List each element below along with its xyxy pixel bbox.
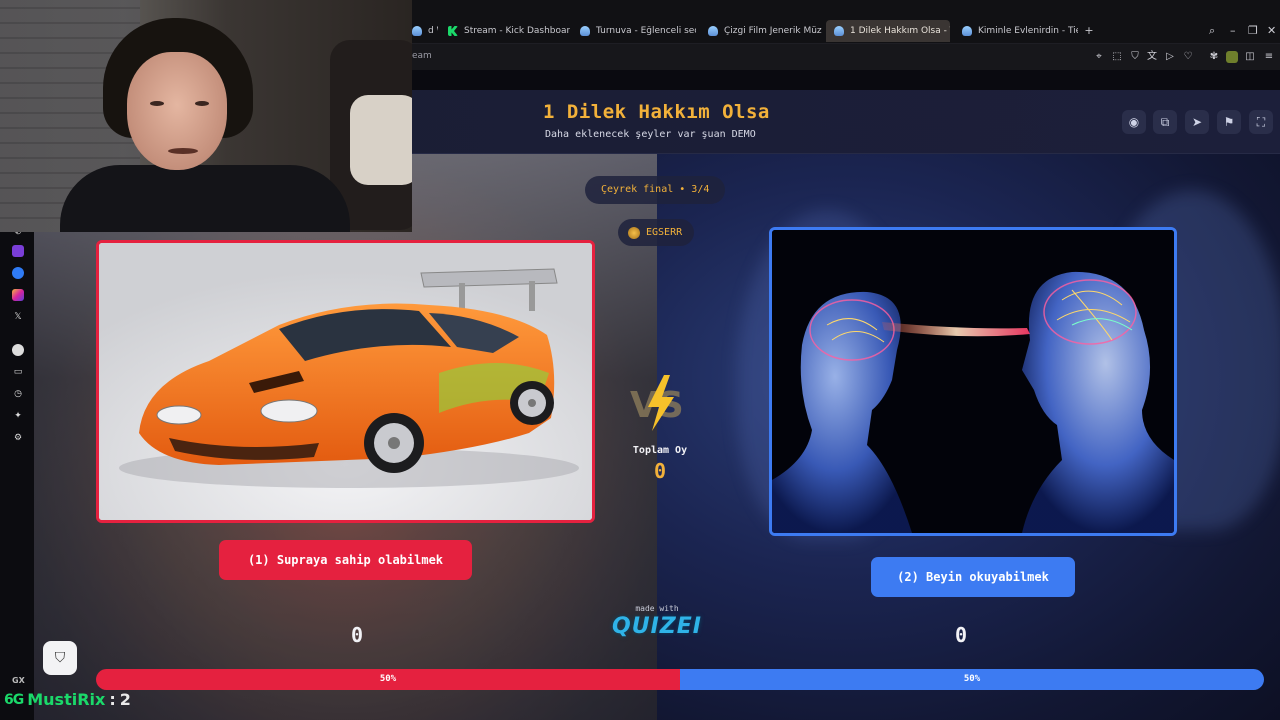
browser-tab[interactable]: Kiminle Evlenirdin - Tier L (954, 20, 1078, 42)
address-text[interactable]: eam (412, 51, 432, 61)
username: EGSERR (646, 227, 683, 238)
send-icon[interactable]: ➤ (1185, 110, 1209, 134)
shield-icon[interactable]: ⛉ (1129, 51, 1141, 63)
option-2-score: 0 (954, 623, 968, 647)
coin-icon (628, 226, 640, 239)
streamer-body (60, 165, 350, 232)
chat-text: 2 (119, 690, 131, 709)
user-badge: EGSERR (618, 219, 695, 246)
kick-favicon-icon (448, 26, 458, 36)
tab-label: Kiminle Evlenirdin - Tier L (978, 26, 1078, 36)
search-tabs-icon[interactable]: ⌕ (1209, 24, 1215, 38)
chat-username: MustiRix (27, 690, 106, 709)
maximize-icon[interactable]: ❐ (1248, 24, 1258, 37)
vs-lightning-icon: VS (630, 375, 684, 431)
eye-icon[interactable]: ◉ (1122, 110, 1146, 134)
browser-tab[interactable]: Stream - Kick Dashboard (440, 20, 570, 42)
cloud-favicon-icon (580, 26, 590, 36)
total-votes-value: 0 (653, 459, 667, 483)
twitch-icon[interactable] (12, 245, 24, 257)
close-icon[interactable]: ✕ (1267, 24, 1276, 37)
chat-message: 6G MustiRix : 2 (4, 690, 131, 709)
vote-split-bar: 50% 50% (96, 669, 1264, 690)
extension-icon[interactable]: ✾ (1208, 51, 1220, 63)
brain-reading-image (772, 230, 1174, 533)
browser-sidebar (0, 232, 34, 720)
privacy-shield-button[interactable]: ⛉ (43, 641, 77, 675)
profile-avatar-icon[interactable] (1226, 51, 1238, 63)
option-1-button[interactable]: (1) Supraya sahip olabilmek (219, 540, 472, 580)
chat-separator: : (109, 690, 116, 709)
quiz-subtitle: Daha eklenecek şeyler var şuan DEMO (545, 129, 756, 140)
history-icon[interactable]: ◷ (12, 388, 24, 400)
tab-label: 1 Dilek Hakkım Olsa - Tim (850, 26, 950, 36)
heart-icon[interactable]: ♡ (1182, 51, 1194, 63)
instagram-icon[interactable] (12, 289, 24, 301)
tab-label: d W (428, 26, 438, 36)
cloud-favicon-icon (962, 26, 972, 36)
streamer-eye (150, 101, 164, 106)
translate-icon[interactable]: 文 (1146, 51, 1158, 63)
chat-badge: 6G (4, 691, 24, 708)
settings-icon[interactable]: ⚙ (12, 432, 24, 444)
quizei-logo[interactable]: QUIZEI (612, 614, 702, 639)
browser-tab-active[interactable]: 1 Dilek Hakkım Olsa - Tim (826, 20, 950, 42)
browser-tab[interactable]: Çizgi Film Jenerik Müzikle (700, 20, 822, 42)
option-1-card[interactable] (96, 240, 595, 523)
screenshot-icon[interactable]: ⬚ (1111, 51, 1123, 63)
cloud-favicon-icon (708, 26, 718, 36)
tab-label: Stream - Kick Dashboard (464, 26, 570, 36)
pin-icon[interactable]: ⌖ (1093, 51, 1105, 63)
tab-label: Çizgi Film Jenerik Müzikle (724, 26, 822, 36)
round-indicator: Çeyrek final • 3/4 (585, 176, 726, 204)
tab-label: Turnuva - Eğlenceli seçim (596, 26, 696, 36)
made-with-label: made with (635, 604, 679, 613)
extensions-icon[interactable]: ✦ (12, 410, 24, 422)
menu-icon[interactable]: ≡ (1263, 51, 1275, 63)
spotify-icon[interactable] (12, 344, 24, 356)
pillow (350, 95, 412, 185)
cloud-favicon-icon (412, 26, 422, 36)
option-1-score: 0 (350, 623, 364, 647)
messenger-icon[interactable] (12, 267, 24, 279)
streamer-mouth (168, 148, 198, 154)
option-2-card[interactable] (769, 227, 1177, 536)
share-icon[interactable]: ⧉ (1153, 110, 1177, 134)
flag-icon[interactable]: ⚑ (1217, 110, 1241, 134)
quiz-title: 1 Dilek Hakkım Olsa (543, 101, 770, 123)
option-2-button[interactable]: (2) Beyin okuyabilmek (871, 557, 1075, 597)
browser-tab[interactable]: Turnuva - Eğlenceli seçim (572, 20, 696, 42)
play-icon[interactable]: ▷ (1164, 51, 1176, 63)
webcam-overlay (0, 0, 412, 232)
x-icon[interactable]: 𝕏 (12, 311, 24, 323)
wallet-icon[interactable]: ▭ (12, 366, 24, 378)
option-2-percent-bar: 50% (680, 669, 1264, 690)
cloud-favicon-icon (834, 26, 844, 36)
minimize-icon[interactable]: – (1230, 24, 1236, 37)
fullscreen-icon[interactable]: ⛶ (1249, 110, 1273, 134)
option-1-percent-bar: 50% (96, 669, 680, 690)
streamer-eye (195, 101, 209, 106)
wallet-icon[interactable]: ◫ (1244, 51, 1256, 63)
gx-label: GX (12, 676, 25, 685)
sports-car-image (99, 243, 592, 520)
new-tab-icon[interactable]: + (1083, 25, 1095, 37)
total-votes-label: Toplam Oy (632, 445, 688, 456)
